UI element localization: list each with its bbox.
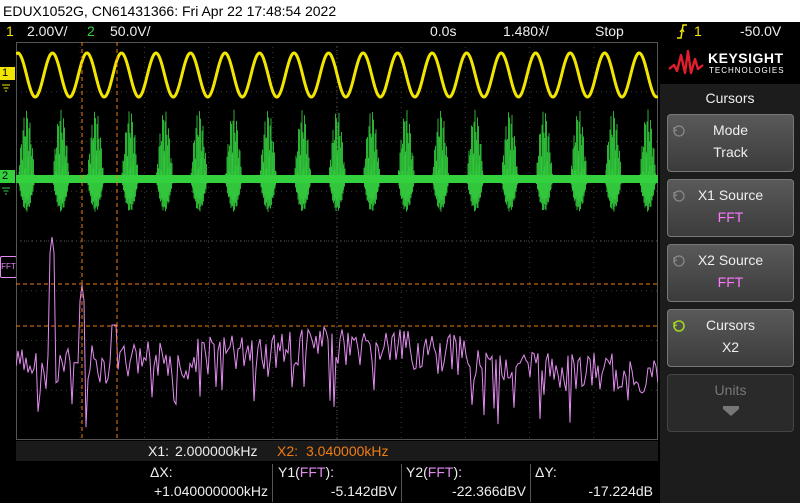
run-state[interactable]: Stop [595,22,624,41]
dy-label: ΔY: [535,464,557,480]
dx-label: ΔX: [150,464,173,480]
ch1-ground-icon [0,79,12,97]
fft-marker-label: FFT [1,262,16,271]
x1-value[interactable]: 2.000000kHz [175,441,258,461]
dx-value: +1.040000000kHz [154,483,269,499]
dy-value: -17.224dB [588,483,653,499]
ch2-waveform [17,109,657,212]
time-scale[interactable]: 1.480ﾒ/ [503,22,549,41]
softkey-x1-source-value: FFT [717,209,744,225]
waveform-display[interactable] [16,42,658,440]
y1-source: FFT [299,464,326,480]
y1-label: Y1(FFT): [278,464,335,480]
softkey-panel: KEYSIGHT TECHNOLOGIES Cursors Mode Track… [660,42,800,503]
ch1-number[interactable]: 1 [6,22,14,41]
softkey-cursors-label: Cursors [705,317,755,333]
softkey-x2-source-label: X2 Source [697,252,764,268]
waveform-canvas [16,42,658,440]
ch1-scale[interactable]: 2.00V/ [27,22,67,41]
y1-colon: ): [325,464,335,480]
ch2-number[interactable]: 2 [87,22,95,41]
status-bar: 1 2.00V/ 2 50.0V/ 0.0s 1.480ﾒ/ Stop 1 -5… [0,22,800,41]
ch2-ground-icon [0,182,12,200]
time-delay[interactable]: 0.0s [430,22,456,41]
ch2-marker-label: 2 [2,170,9,182]
cursor-readout: ΔX: +1.040000000kHz Y1(FFT): -5.142dBV Y… [16,462,658,503]
softkey-x1-source[interactable]: X1 Source FFT [667,179,794,237]
divider [530,464,531,502]
keysight-wave-icon [668,47,704,82]
softkey-units-label: Units [714,382,747,398]
title-bar: EDUX1052G, CN61431366: Fri Apr 22 17:48:… [0,0,800,22]
x1-label: X1: [148,443,170,459]
softkey-mode[interactable]: Mode Track [667,114,794,172]
divider [401,464,402,502]
softkey-x2-source[interactable]: X2 Source FFT [667,244,794,302]
ch2-baseline [16,175,658,183]
softkey-x1-source-label: X1 Source [697,187,764,203]
softkey-cursors-value: X2 [721,339,740,355]
y1-value: -5.142dBV [330,483,397,499]
trigger-source[interactable]: 1 [694,22,702,41]
y2-label-text: Y2 [406,464,424,480]
keysight-logo: KEYSIGHT TECHNOLOGIES [660,42,800,84]
x2-value[interactable]: 3.040000kHz [306,441,389,461]
y1-label-text: Y1 [278,464,296,480]
divider [272,464,273,502]
title-text: EDUX1052G, CN61431366: Fri Apr 22 17:48:… [3,3,337,19]
ch2-scale[interactable]: 50.0V/ [110,22,150,41]
x2-label: X2: [277,443,299,459]
ch1-marker-label: 1 [2,67,9,79]
y2-source: FFT [427,464,454,480]
y2-colon: ): [453,464,463,480]
trigger-level[interactable]: -50.0V [740,22,781,41]
brand-name: KEYSIGHT [708,50,784,66]
arrow-down-icon [717,404,745,421]
softkey-units[interactable]: Units [667,374,794,432]
softkey-cursors[interactable]: Cursors X2 [667,309,794,367]
cursor-positions-bar: X1: 2.000000kHz X2: 3.040000kHz [16,441,658,461]
softkey-mode-value: Track [713,144,748,160]
brand-subtitle: TECHNOLOGIES [709,66,785,75]
menu-title: Cursors [705,90,755,106]
softkey-mode-label: Mode [712,122,749,138]
softkey-x2-source-value: FFT [717,274,744,290]
y2-label: Y2(FFT): [406,464,463,480]
fft-marker[interactable]: FFT [0,256,17,278]
y2-value: -22.366dBV [452,483,526,499]
